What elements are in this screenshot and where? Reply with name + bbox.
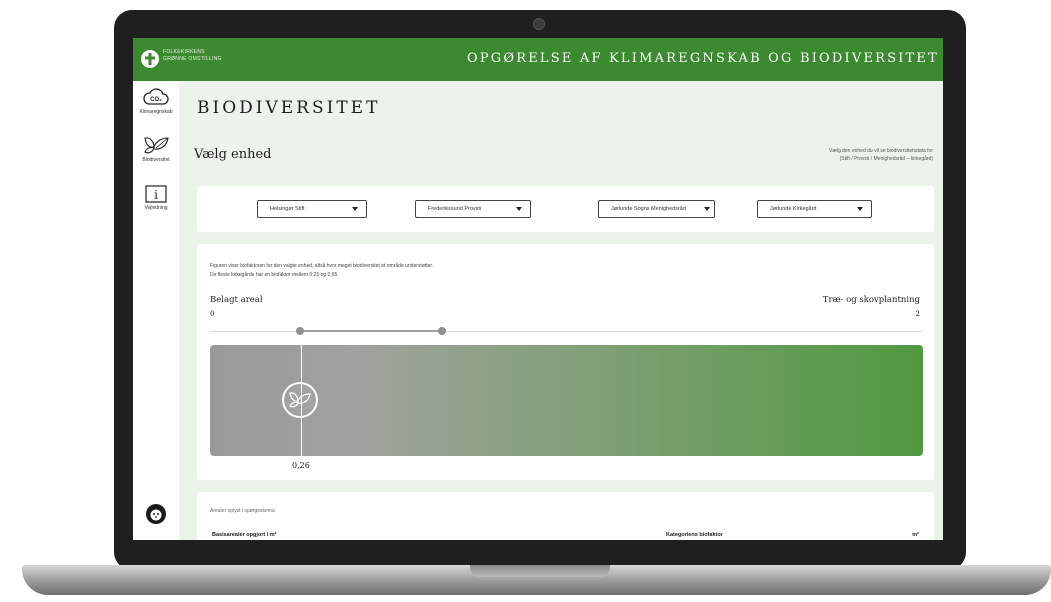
figure-description: Figuren viser biofaktoren for den valgte…	[210, 262, 433, 280]
webcam	[533, 18, 545, 30]
accessibility-icon[interactable]	[145, 503, 167, 525]
sidebar-label-vejledning: Vejledning	[144, 205, 168, 211]
section-title: Vælg enhed	[194, 147, 272, 162]
scale-min-value: 0	[210, 310, 215, 318]
table-caption: Arealer oplyst i spørgeskema	[210, 508, 275, 514]
scale-max-value: 2	[915, 310, 920, 318]
chevron-down-icon	[704, 207, 710, 211]
chevron-down-icon	[857, 207, 863, 211]
provsti-select[interactable]: Frederikssund Provsti	[415, 200, 531, 218]
chevron-down-icon	[352, 207, 358, 211]
sidebar-item-vejledning[interactable]: i Vejledning	[133, 185, 179, 230]
stift-select[interactable]: Helsingør Stift	[257, 200, 367, 218]
range-slider-handle-low[interactable]	[296, 327, 304, 335]
menighedsraad-select[interactable]: Jørlunde Sogns Menighedsråd	[598, 200, 715, 218]
org-name-line2: GRØNNE OMSTILLING	[163, 56, 222, 62]
sidebar-label-biodiversitet: Biodiversitet	[142, 157, 170, 163]
sidebar-item-klimaregnskab[interactable]: CO₂ Klimaregnskab	[133, 87, 179, 132]
svg-text:i: i	[154, 188, 158, 202]
range-slider-fill	[300, 330, 442, 332]
unit-hint-line2: (Stift / Provsti / Menighedsråd – kirkeg…	[839, 156, 933, 162]
biofactor-marker	[282, 382, 318, 418]
scale-label-right: Træ- og skovplantning	[822, 295, 920, 305]
unit-hint-line1: Vælg den enhed du vil se biodiversitetsd…	[829, 148, 933, 154]
info-icon: i	[145, 185, 167, 203]
scale-label-left: Belagt areal	[210, 295, 263, 305]
butterfly-leaf-icon	[144, 137, 169, 154]
sidebar: CO₂ Klimaregnskab Biodiversitet i Vejled…	[133, 81, 179, 540]
stift-select-value: Helsingør Stift	[270, 206, 305, 212]
kirkegaard-select-value: Jørlunde Kirkegård	[770, 206, 817, 212]
app-screen: FOLKEKIRKENS GRØNNE OMSTILLING OPGØRELSE…	[133, 38, 943, 540]
kirkegaard-select[interactable]: Jørlunde Kirkegård	[757, 200, 872, 218]
app-title: OPGØRELSE AF KLIMAREGNSKAB OG BIODIVERSI…	[466, 51, 939, 66]
menighedsraad-select-value: Jørlunde Sogns Menighedsråd	[611, 206, 686, 212]
figure-description-line2: De fleste kirkegårde har en biofaktor me…	[210, 272, 339, 278]
cross-logo-icon	[145, 53, 155, 65]
page-title: BIODIVERSITET	[197, 98, 381, 118]
figure-description-line1: Figuren viser biofaktoren for den valgte…	[210, 263, 434, 269]
areas-table-card: Arealer oplyst i spørgeskema Basisareale…	[197, 492, 934, 540]
co2-cloud-icon: CO₂	[143, 88, 169, 105]
table-header-m2: m²	[912, 532, 919, 538]
svg-text:CO₂: CO₂	[150, 97, 162, 103]
table-header-basisarealer: Basisarealer opgjort i m²	[212, 532, 277, 538]
biofactor-value: 0,26	[292, 461, 310, 470]
unit-hint: Vælg den enhed du vil se biodiversitetsd…	[763, 147, 933, 163]
unit-selector-card: Helsingør Stift Frederikssund Provsti Jø…	[197, 186, 934, 232]
provsti-select-value: Frederikssund Provsti	[428, 206, 482, 212]
biofactor-card: Figuren viser biofaktoren for den valgte…	[197, 244, 934, 480]
sidebar-label-klimaregnskab: Klimaregnskab	[139, 109, 173, 115]
header-bar: FOLKEKIRKENS GRØNNE OMSTILLING OPGØRELSE…	[133, 38, 943, 81]
org-name-line1: FOLKEKIRKENS	[163, 49, 205, 55]
org-name: FOLKEKIRKENS GRØNNE OMSTILLING	[163, 49, 222, 63]
range-slider-handle-high[interactable]	[438, 327, 446, 335]
table-header-biofaktor: Kategoriens biofaktor	[666, 532, 723, 538]
sidebar-item-biodiversitet[interactable]: Biodiversitet	[133, 135, 179, 180]
laptop-notch	[470, 565, 610, 577]
chevron-down-icon	[516, 207, 522, 211]
butterfly-leaf-icon	[289, 392, 311, 408]
